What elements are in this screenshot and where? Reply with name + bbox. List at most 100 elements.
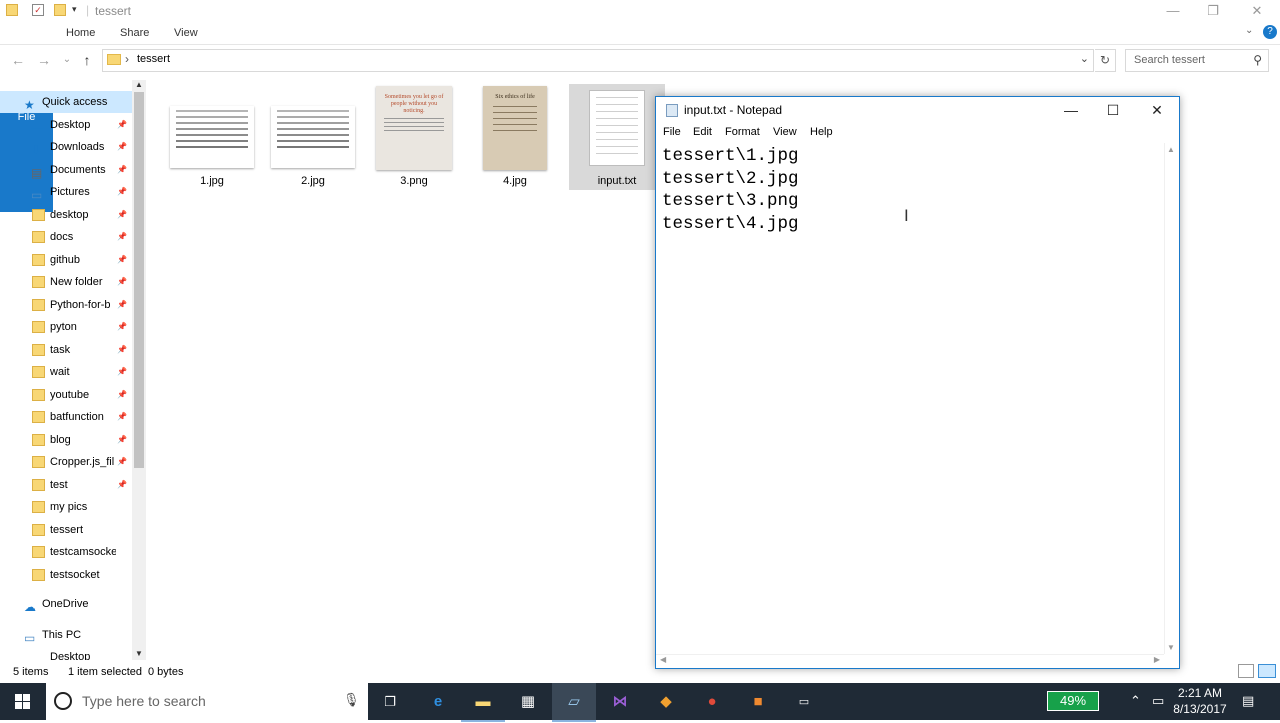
nav-item-this-pc[interactable]: ▭ This PC: [0, 624, 132, 646]
nav-item-quick-access[interactable]: ★ Quick access: [0, 91, 132, 113]
file-item[interactable]: input.txt: [569, 84, 665, 190]
customize-toolbar-icon[interactable]: ▾: [72, 4, 84, 16]
nav-item-test[interactable]: test 📌: [0, 474, 132, 496]
file-item[interactable]: Sometimes you let go of people without y…: [366, 84, 462, 190]
nav-item-pictures[interactable]: ▭ Pictures 📌: [0, 181, 132, 203]
nav-item-my-pics[interactable]: my pics: [0, 496, 132, 518]
notepad-text-area[interactable]: tessert\1.jpg tessert\2.jpg tessert\3.pn…: [662, 145, 1162, 645]
nav-item-github[interactable]: github 📌: [0, 249, 132, 271]
clock[interactable]: 2:21 AM 8/13/2017: [1170, 685, 1230, 717]
nav-item-testsocket[interactable]: testsocket: [0, 564, 132, 586]
chevron-down-icon[interactable]: ⌄: [1080, 52, 1089, 65]
nav-item-testcamsockets[interactable]: testcamsockets: [0, 541, 132, 563]
navigation-pane[interactable]: ★ Quick access ▬ Desktop 📌 ⬇ Downloads 📌 ▤ Docume…: [0, 80, 146, 660]
menu-format[interactable]: Format: [725, 126, 760, 138]
notepad-titlebar[interactable]: input.txt - Notepad — ☐ ✕: [656, 97, 1179, 123]
vertical-scrollbar[interactable]: ▲ ▼: [1164, 143, 1179, 654]
menu-view[interactable]: View: [773, 126, 797, 138]
forward-button[interactable]: →: [35, 51, 53, 69]
notepad-taskbar-button[interactable]: ▱: [552, 683, 596, 722]
search-input[interactable]: Search tessert ⚲: [1125, 49, 1269, 72]
task-view-button[interactable]: ❐: [368, 683, 412, 720]
scroll-right-icon[interactable]: ▶: [1154, 655, 1160, 664]
visual-studio-icon: ⋈: [612, 693, 628, 710]
notifications-icon[interactable]: ▤: [1242, 693, 1254, 709]
windows-logo-icon: [15, 694, 30, 709]
nav-item-desktop[interactable]: desktop 📌: [0, 204, 132, 226]
new-folder-icon[interactable]: [54, 4, 66, 16]
close-button[interactable]: ✕: [1234, 0, 1280, 22]
folder-icon: [32, 208, 45, 221]
tab-view[interactable]: View: [162, 22, 210, 44]
tab-share[interactable]: Share: [108, 22, 161, 44]
scroll-up-icon[interactable]: ▲: [1167, 145, 1175, 154]
menu-edit[interactable]: Edit: [693, 126, 712, 138]
paint-button[interactable]: ■: [736, 683, 780, 720]
back-button[interactable]: ←: [9, 51, 27, 69]
nav-item-desktop[interactable]: ▬ Desktop 📌: [0, 114, 132, 136]
window-title: tessert: [95, 4, 132, 18]
scrollbar-thumb[interactable]: [134, 92, 144, 468]
visual-studio-button[interactable]: ⋈: [598, 683, 642, 720]
start-button[interactable]: [0, 683, 46, 720]
scroll-up-icon[interactable]: ▲: [135, 80, 143, 89]
pin-icon: 📌: [117, 344, 127, 354]
scroll-left-icon[interactable]: ◀: [660, 655, 666, 664]
nav-item-cropper-js-fil[interactable]: Cropper.js_fil 📌: [0, 451, 132, 473]
scroll-down-icon[interactable]: ▼: [135, 649, 143, 658]
battery-icon[interactable]: ▭: [1152, 693, 1164, 709]
tab-home[interactable]: Home: [54, 22, 107, 44]
menu-help[interactable]: Help: [810, 126, 833, 138]
chrome-button[interactable]: ●: [690, 683, 734, 720]
horizontal-scrollbar[interactable]: ◀ ▶: [656, 654, 1164, 668]
nav-item-youtube[interactable]: youtube 📌: [0, 384, 132, 406]
large-icons-view-icon[interactable]: [1258, 664, 1276, 678]
nav-item-batfunction[interactable]: batfunction 📌: [0, 406, 132, 428]
menu-file[interactable]: File: [663, 126, 681, 138]
file-item[interactable]: Six ethics of life 4.jpg: [467, 84, 563, 190]
address-field[interactable]: › tessert ⌄: [102, 49, 1094, 72]
file-item[interactable]: 2.jpg: [265, 84, 361, 190]
file-item[interactable]: 1.jpg: [164, 84, 260, 190]
refresh-button[interactable]: ↻: [1095, 49, 1116, 72]
nav-item-blog[interactable]: blog 📌: [0, 429, 132, 451]
up-button[interactable]: ↑: [78, 51, 96, 69]
expand-ribbon-icon[interactable]: ⌄: [1245, 25, 1253, 36]
nav-item-python-for-b[interactable]: Python-for-b 📌: [0, 294, 132, 316]
nav-item-desktop[interactable]: ▬ Desktop: [0, 646, 132, 660]
maximize-button[interactable]: ☐: [1091, 97, 1135, 123]
edge-button[interactable]: e: [416, 683, 460, 720]
folder-icon: [32, 388, 45, 401]
nav-item-downloads[interactable]: ⬇ Downloads 📌: [0, 136, 132, 158]
edge-icon: e: [433, 693, 443, 710]
nav-item-pyton[interactable]: pyton 📌: [0, 316, 132, 338]
nav-scrollbar[interactable]: ▲ ▼: [132, 80, 146, 660]
taskbar-search-input[interactable]: Type here to search 🎙: [46, 683, 368, 720]
chevron-up-icon[interactable]: ⌃: [1130, 693, 1141, 709]
nav-item-label: github: [50, 253, 80, 266]
help-icon[interactable]: ?: [1263, 25, 1277, 39]
battery-indicator[interactable]: 49%: [1047, 691, 1099, 711]
scroll-down-icon[interactable]: ▼: [1167, 643, 1175, 652]
folder-icon: [32, 298, 45, 311]
microphone-icon[interactable]: 🎙: [343, 692, 360, 708]
properties-icon[interactable]: ✓: [32, 4, 44, 16]
restore-button[interactable]: ❐: [1190, 0, 1236, 22]
nav-item-task[interactable]: task 📌: [0, 339, 132, 361]
nav-item-documents[interactable]: ▤ Documents 📌: [0, 159, 132, 181]
nav-item-label: tessert: [50, 523, 84, 536]
nav-item-docs[interactable]: docs 📌: [0, 226, 132, 248]
nav-item-new-folder[interactable]: New folder 📌: [0, 271, 132, 293]
file-explorer-taskbar-button[interactable]: ▬: [461, 683, 505, 722]
nav-item-onedrive[interactable]: ☁ OneDrive: [0, 593, 132, 615]
git-button[interactable]: ◆: [644, 683, 688, 720]
breadcrumb[interactable]: tessert: [137, 53, 170, 65]
recent-locations-icon[interactable]: ⌄: [58, 51, 76, 69]
close-button[interactable]: ✕: [1135, 97, 1179, 123]
command-prompt-button[interactable]: ▭: [782, 683, 826, 720]
nav-item-wait[interactable]: wait 📌: [0, 361, 132, 383]
minimize-button[interactable]: —: [1049, 97, 1093, 123]
nav-item-tessert[interactable]: tessert: [0, 519, 132, 541]
details-view-icon[interactable]: [1238, 664, 1254, 678]
store-button[interactable]: ▦: [506, 683, 550, 720]
